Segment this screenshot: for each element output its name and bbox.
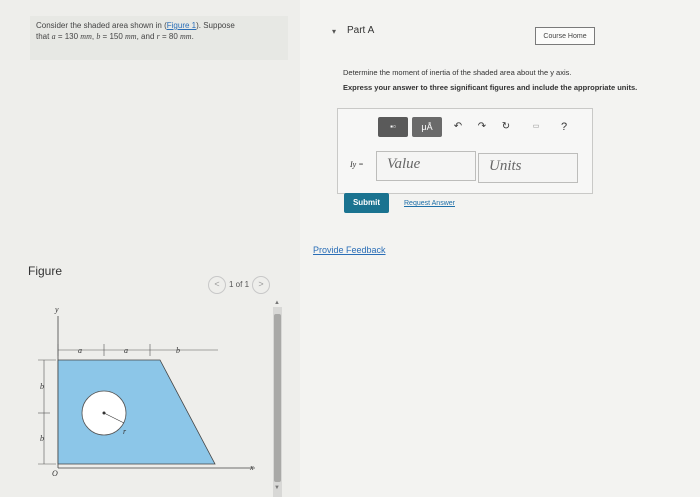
dim-a-label-2: a xyxy=(124,346,128,355)
unit-r: mm xyxy=(180,32,192,41)
symbols-button[interactable]: μÅ xyxy=(412,117,442,137)
figure-scroll-thumb[interactable] xyxy=(274,314,281,482)
units-input[interactable]: Units xyxy=(478,153,578,183)
problem-statement: Consider the shaded area shown in (Figur… xyxy=(30,16,288,60)
collapse-part-icon[interactable]: ▾ xyxy=(332,27,336,36)
pager-text: 1 of 1 xyxy=(229,280,250,289)
reset-icon[interactable]: ↻ xyxy=(498,117,514,137)
next-figure-button[interactable]: > xyxy=(252,276,271,294)
scroll-up-icon[interactable]: ▲ xyxy=(274,300,280,306)
shaded-area xyxy=(57,359,216,465)
templates-icon[interactable]: ▪▫ xyxy=(378,117,408,137)
figure-pager: <1 of 1 > xyxy=(205,276,273,294)
unit-a: mm xyxy=(80,32,92,41)
value-r: = 80 xyxy=(161,32,178,41)
problem-text: ). Suppose xyxy=(196,21,235,30)
figure-link[interactable]: Figure 1 xyxy=(167,21,196,30)
course-home-button[interactable]: Course Home xyxy=(535,27,595,45)
help-icon[interactable]: ? xyxy=(556,117,572,137)
value-b: = 150 xyxy=(102,32,123,41)
problem-text: that xyxy=(36,32,50,41)
iy-label: Iy = xyxy=(350,160,364,169)
figure-title: Figure xyxy=(28,264,63,278)
unit-b: mm xyxy=(125,32,137,41)
var-a: a xyxy=(51,32,56,41)
math-toolbar: ▪▫ μÅ ↶ ↷ ↻ ▭ ? xyxy=(378,117,574,139)
problem-text: Consider the shaded area shown in ( xyxy=(36,21,167,30)
var-r: r xyxy=(156,32,160,41)
x-axis-label: x xyxy=(249,463,254,472)
question-instruction: Determine the moment of inertia of the s… xyxy=(343,68,572,77)
part-a-title[interactable]: Part A xyxy=(347,25,374,36)
figure-diagram: a a b b b y x O r xyxy=(38,305,255,478)
dim-b-label-left-1: b xyxy=(40,382,44,391)
provide-feedback-link[interactable]: Provide Feedback xyxy=(313,245,386,255)
submit-button[interactable]: Submit xyxy=(344,193,389,213)
origin-label: O xyxy=(52,469,58,478)
keyboard-icon[interactable]: ▭ xyxy=(526,117,546,137)
y-axis-label: y xyxy=(54,305,59,314)
problem-text: , and xyxy=(136,32,155,41)
redo-icon[interactable]: ↷ xyxy=(474,117,490,137)
dim-b-label-top: b xyxy=(176,346,180,355)
var-b: b xyxy=(96,32,101,41)
dim-b-label-left-2: b xyxy=(40,434,44,443)
value-a: = 130 xyxy=(57,32,79,41)
question-requirement: Express your answer to three significant… xyxy=(343,83,638,92)
value-input[interactable]: Value xyxy=(376,151,476,181)
undo-icon[interactable]: ↶ xyxy=(450,117,466,137)
scroll-down-icon[interactable]: ▼ xyxy=(274,485,280,491)
dim-a-label-1: a xyxy=(78,346,82,355)
prev-figure-button[interactable]: < xyxy=(208,276,226,294)
request-answer-link[interactable]: Request Answer xyxy=(404,200,455,207)
